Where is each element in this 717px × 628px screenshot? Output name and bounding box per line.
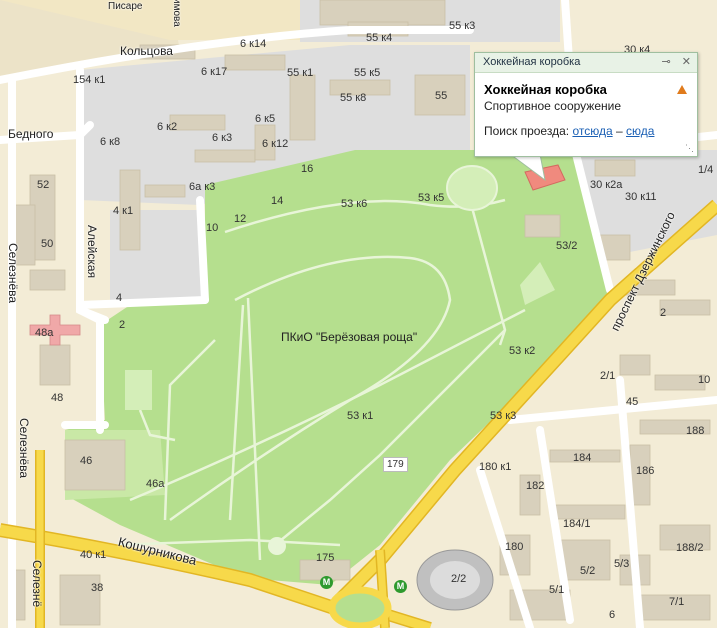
street-imova: имова <box>171 0 182 27</box>
street-koltsova: Кольцова <box>120 44 173 58</box>
building-number: 6а к3 <box>189 181 216 193</box>
building-number: 2 <box>660 307 667 319</box>
building-number: 16 <box>301 163 314 175</box>
close-icon[interactable]: ✕ <box>682 56 691 68</box>
building-number: 6 к14 <box>240 38 267 50</box>
building-number: 7/1 <box>669 596 685 608</box>
route-label: Поиск проезда: <box>484 124 570 138</box>
building-number: 5/1 <box>549 584 565 596</box>
building-number: 40 к1 <box>80 549 107 561</box>
popup-header: Хоккейная коробка ⊸ ✕ <box>475 53 697 73</box>
building-number: 55 к4 <box>366 32 393 44</box>
street-seleznyova-south: Селезнё <box>30 560 44 608</box>
building-number: 53 к3 <box>490 410 517 422</box>
route-from-link[interactable]: отсюда <box>572 124 612 138</box>
building-number: 175 <box>316 552 335 564</box>
building-number: 55 к8 <box>340 92 367 104</box>
building-number: 184/1 <box>563 518 591 530</box>
building-number: 53 к2 <box>509 345 536 357</box>
building-number: 6 к17 <box>201 66 228 78</box>
building-number: 55 к3 <box>449 20 476 32</box>
street-bednogo: Бедного <box>8 127 54 141</box>
building-number: 2/1 <box>600 370 616 382</box>
pin-icon[interactable]: ⊸ <box>662 56 671 68</box>
building-number: 50 <box>41 238 54 250</box>
roundabout <box>328 586 392 628</box>
building-number: 53 к6 <box>341 198 368 210</box>
street-seleznyova-north: Селезнёва <box>6 243 20 304</box>
park-circle <box>446 165 498 211</box>
building-number: 45 <box>626 396 639 408</box>
building-number: 2 <box>119 319 126 331</box>
building-number: 184 <box>573 452 592 464</box>
street-seleznyova-mid: Селезнёва <box>17 418 31 479</box>
building-number: 30 к11 <box>625 191 657 203</box>
building-number: 55 к5 <box>354 67 381 79</box>
building-number: 6 <box>609 609 616 621</box>
building-number: 6 к3 <box>212 132 233 144</box>
building-number: 53/2 <box>556 240 578 252</box>
building-number: 53 к1 <box>347 410 374 422</box>
route-separator: – <box>615 124 623 138</box>
building-number: 12 <box>234 213 247 225</box>
route-to-link[interactable]: сюда <box>626 124 654 138</box>
popup-subtitle: Спортивное сооружение <box>484 99 621 113</box>
metro-icon[interactable]: М <box>394 580 407 593</box>
map-view[interactable]: Кольцова Бедного Селезнёва Селезнёва Сел… <box>0 0 717 628</box>
building-number: 188 <box>686 425 705 437</box>
building-number: 2/2 <box>451 573 467 585</box>
building-number: 6 к2 <box>157 121 178 133</box>
building-number: 10 <box>206 222 219 234</box>
building-number: 1/4 <box>698 164 714 176</box>
building-number: 6 к12 <box>262 138 289 150</box>
building-number: 48 <box>51 392 64 404</box>
building-number: 5/3 <box>614 558 630 570</box>
building-number: 4 <box>116 292 123 304</box>
building-number: 53 к5 <box>418 192 445 204</box>
street-pisarev: Писаре <box>108 1 143 12</box>
building-number: 14 <box>271 195 284 207</box>
building-number: 55 к1 <box>287 67 314 79</box>
building-number: 179 <box>383 457 408 472</box>
building-number: 182 <box>526 480 545 492</box>
street-aleyskaya: Алейская <box>85 225 99 279</box>
building-number: 48а <box>35 327 54 339</box>
info-popup: Хоккейная коробка ⊸ ✕ Хоккейная коробка … <box>474 52 698 157</box>
building-number: 4 к1 <box>113 205 134 217</box>
building-number: 6 к8 <box>100 136 121 148</box>
park-name[interactable]: ПКиО "Берёзовая роща" <box>281 330 417 344</box>
building-number: 52 <box>37 179 50 191</box>
building-number: 46 <box>80 455 93 467</box>
building-number: 180 <box>505 541 524 553</box>
popup-header-title: Хоккейная коробка <box>483 56 581 68</box>
building-number: 46а <box>146 478 165 490</box>
route-search: Поиск проезда: отсюда – сюда <box>484 124 654 138</box>
popup-title: Хоккейная коробка <box>484 82 607 97</box>
building-number: 154 к1 <box>73 74 106 86</box>
building-number: 30 к2а <box>590 179 623 191</box>
park-fountain <box>268 537 286 555</box>
building-number: 180 к1 <box>479 461 512 473</box>
warning-icon[interactable] <box>677 85 687 94</box>
metro-icon[interactable]: М <box>320 576 333 589</box>
building-number: 38 <box>91 582 104 594</box>
building-number: 10 <box>698 374 711 386</box>
building-number: 188/2 <box>676 542 704 554</box>
park-square <box>125 370 152 410</box>
resize-handle-icon[interactable]: ⋱ <box>685 143 694 154</box>
building-number: 186 <box>636 465 655 477</box>
building-number: 55 <box>435 90 448 102</box>
building-number: 6 к5 <box>255 113 276 125</box>
building-number: 5/2 <box>580 565 596 577</box>
